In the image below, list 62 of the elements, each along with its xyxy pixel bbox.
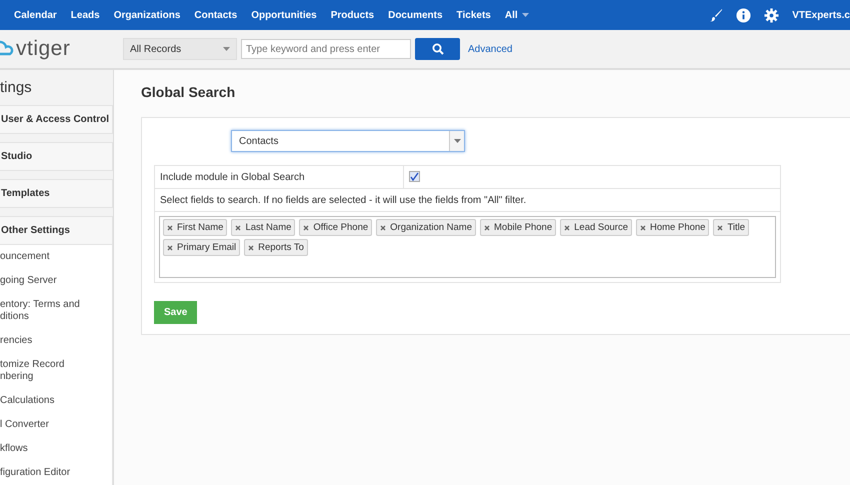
settings-link[interactable]: kflows (0, 437, 112, 461)
remove-icon[interactable] (167, 244, 173, 250)
user-name[interactable]: VTExperts.c (792, 10, 850, 20)
field-tag-label: Primary Email (177, 242, 236, 253)
nav-link[interactable]: Calendar (7, 10, 64, 20)
field-tag-label: Home Phone (650, 222, 706, 233)
settings-link[interactable]: l Converter (0, 413, 112, 437)
settings-group[interactable]: Templates (0, 179, 113, 208)
page-title: Global Search (141, 84, 236, 102)
settings-link[interactable]: rencies (0, 329, 112, 353)
remove-icon[interactable] (167, 224, 173, 230)
field-tag-label: Office Phone (313, 222, 368, 233)
settings-icon[interactable] (764, 8, 780, 22)
field-tag-label: Title (727, 222, 746, 233)
settings-group[interactable]: Studio (0, 142, 113, 171)
search-field[interactable]: Type keyword and press enter (241, 39, 411, 59)
field-tag-label: First Name (177, 222, 224, 233)
remove-icon[interactable] (248, 244, 254, 250)
search-icon (432, 43, 444, 55)
advanced-search-link[interactable]: Advanced (468, 44, 512, 54)
settings-link[interactable]: entory: Terms and ditions (0, 293, 112, 329)
sidebar-title: tings (0, 78, 33, 98)
remove-icon[interactable] (564, 224, 570, 230)
fields-hint: Select fields to search. If no fields are selected - it will use the fields from "All" filter. (160, 194, 526, 206)
remove-icon[interactable] (717, 224, 724, 230)
settings-link[interactable]: ouncement (0, 245, 112, 269)
settings-link[interactable]: figuration Editor (0, 461, 112, 485)
search-button[interactable] (415, 38, 460, 60)
remove-icon[interactable] (484, 224, 490, 230)
field-tag-label: Last Name (245, 222, 292, 233)
fields-multiselect[interactable]: First Name Last Name Office Phone Organization Name Mobile Phone Lead Source Home Phone Title Primary Email Reports To (159, 216, 776, 278)
remove-icon[interactable] (640, 224, 646, 230)
remove-icon[interactable] (235, 224, 242, 230)
nav-link[interactable]: Documents (381, 10, 450, 20)
remove-icon[interactable] (303, 224, 310, 230)
settings-link[interactable]: Calculations (0, 389, 112, 413)
nav-link[interactable]: All (498, 10, 536, 20)
nav-link[interactable]: Products (324, 10, 382, 20)
field-tag-label: Organization Name (390, 222, 472, 233)
module-select[interactable]: Contacts (231, 130, 465, 152)
record-scope-select[interactable]: All Records (123, 38, 237, 60)
include-checkbox[interactable] (409, 170, 420, 182)
settings-group[interactable]: User & Access Control (0, 105, 113, 134)
settings-group[interactable]: Other Settings (0, 216, 113, 245)
caret-icon (454, 139, 460, 143)
remove-icon[interactable] (380, 224, 386, 230)
caret-icon (522, 13, 529, 17)
include-label: Include module in Global Search (155, 166, 404, 188)
settings-link[interactable]: tomize Record nbering (0, 353, 112, 389)
settings-link[interactable]: going Server (0, 269, 112, 293)
nav-link[interactable]: Contacts (187, 10, 244, 20)
brush-icon[interactable] (709, 8, 724, 22)
field-tag-label: Mobile Phone (494, 222, 552, 233)
nav-link[interactable]: Leads (64, 10, 107, 20)
info-icon[interactable] (736, 8, 752, 22)
field-tag-label: Lead Source (574, 222, 628, 233)
field-tag-label: Reports To (258, 242, 304, 253)
nav-link[interactable]: Opportunities (244, 10, 324, 20)
nav-link[interactable]: Organizations (106, 10, 188, 20)
caret-icon (223, 47, 230, 51)
nav-link[interactable]: Tickets (450, 10, 498, 20)
logo-text: vtiger (16, 37, 70, 61)
